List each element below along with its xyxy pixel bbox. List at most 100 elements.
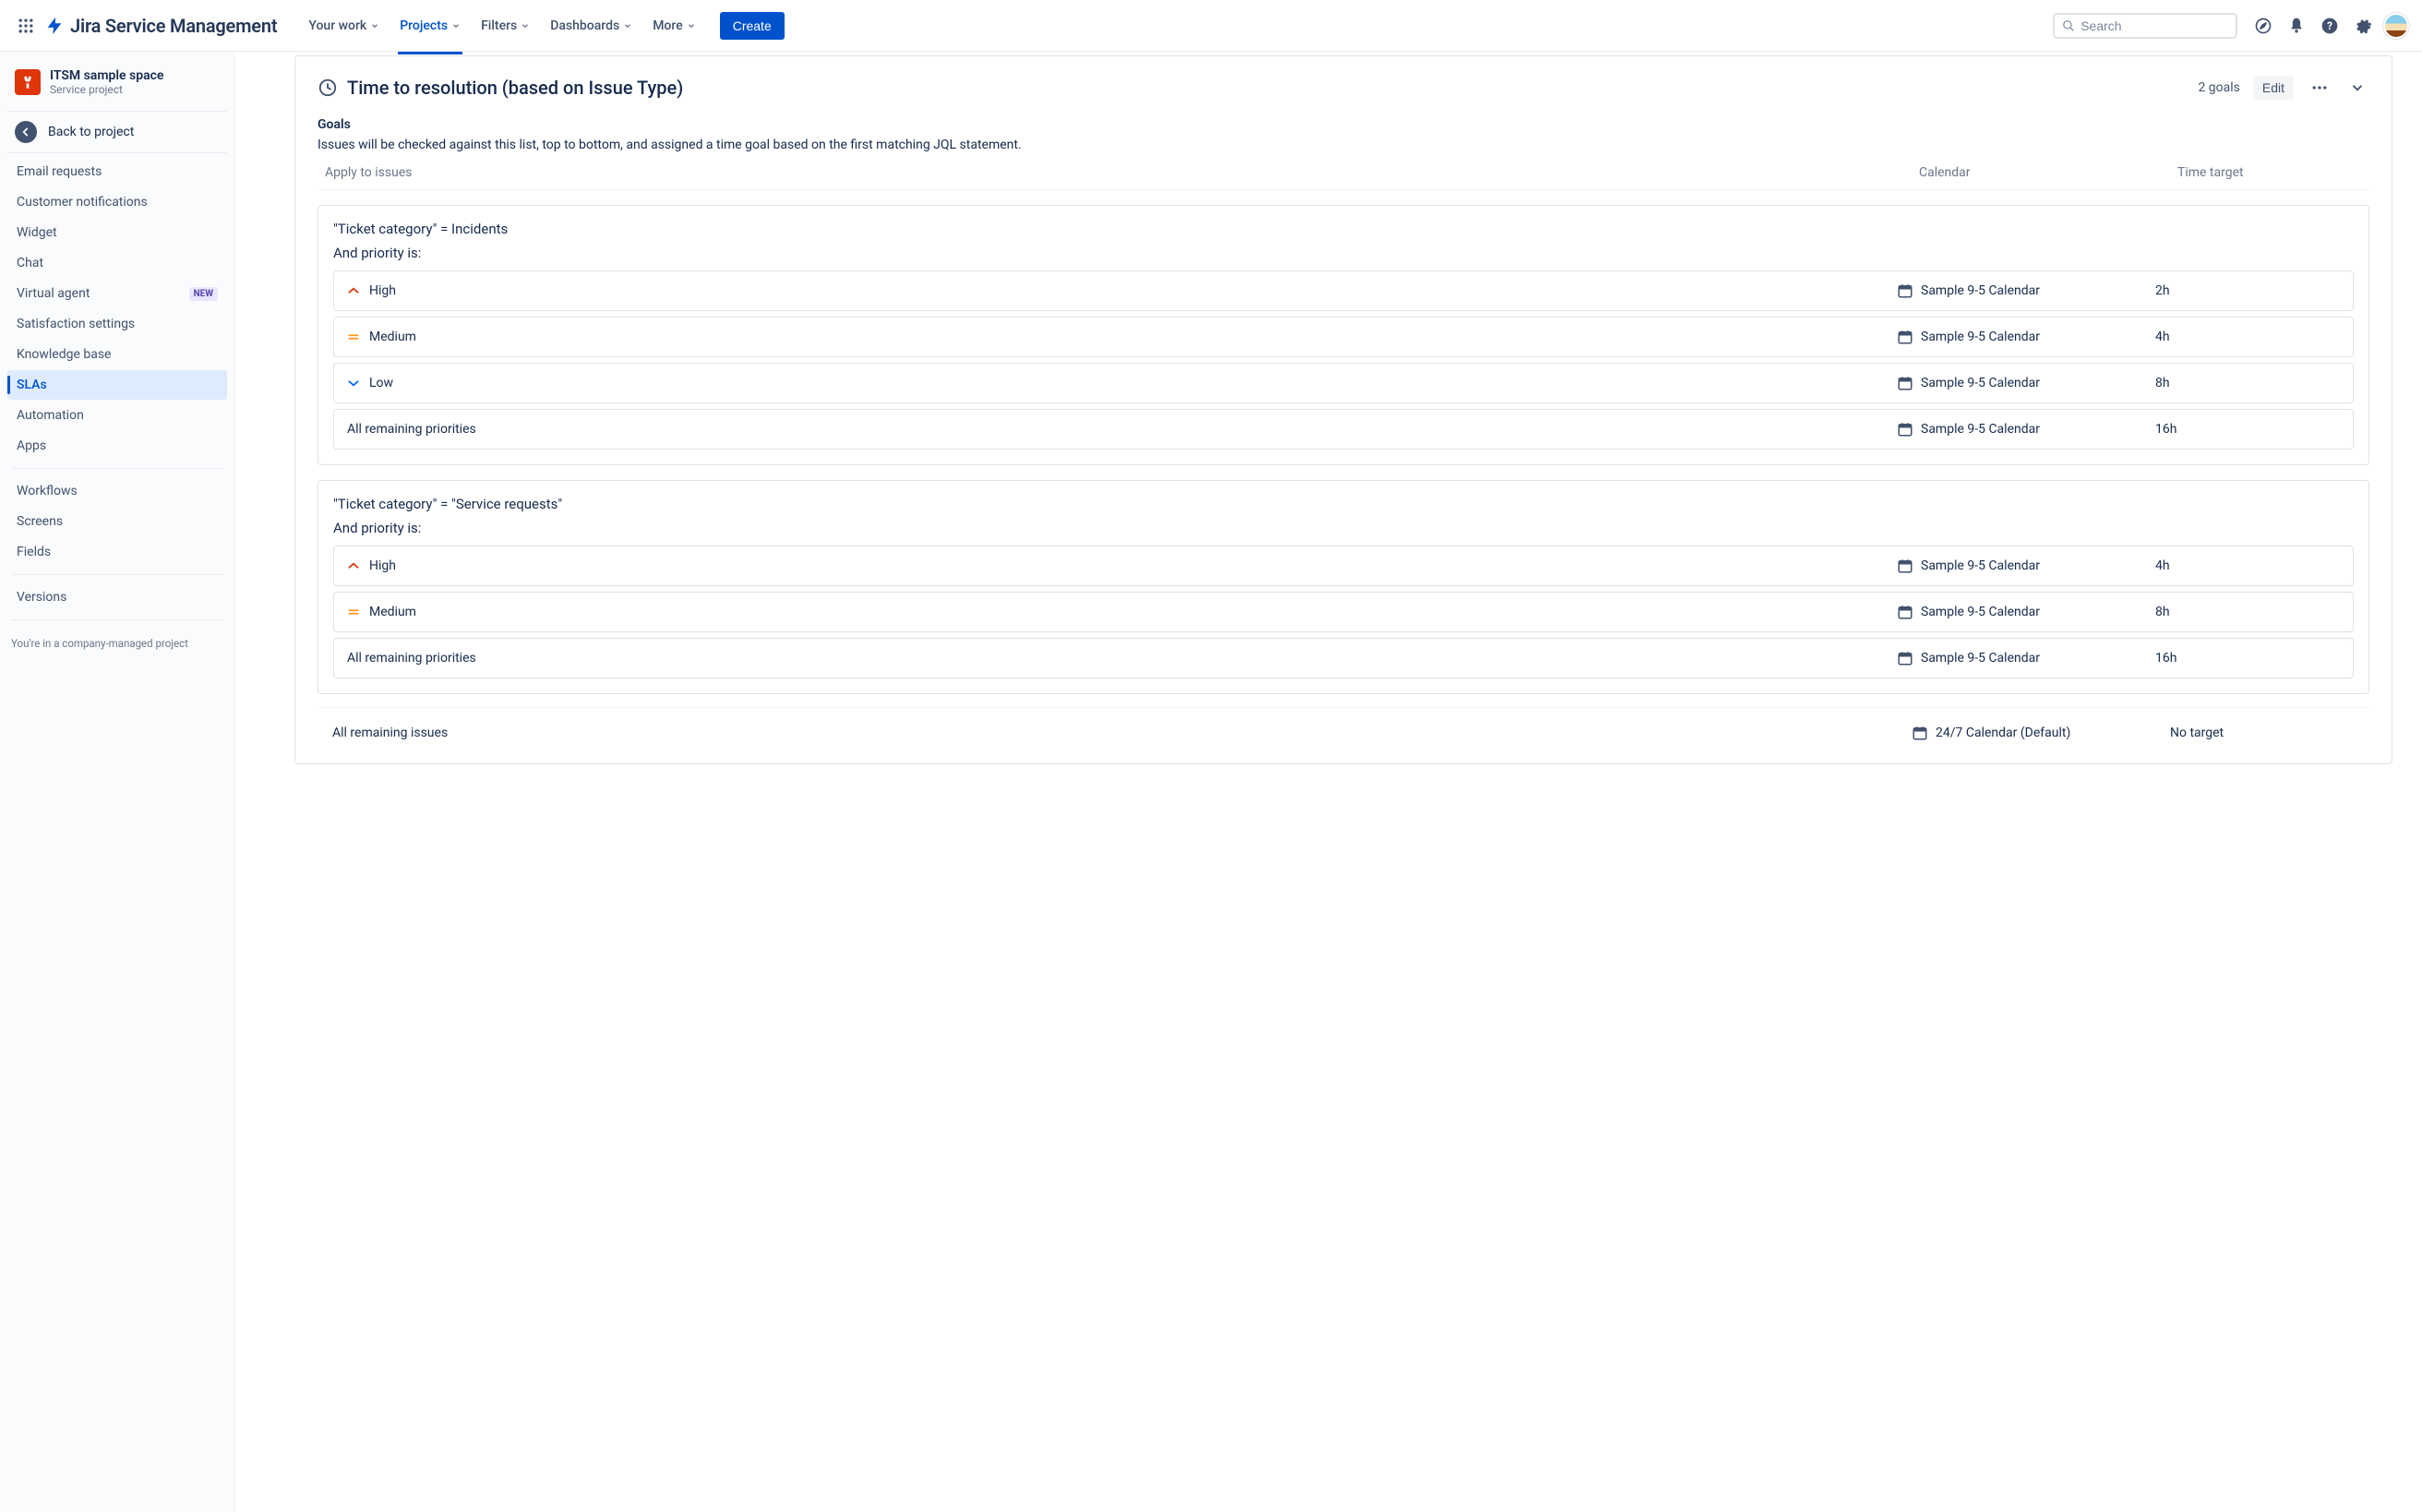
chevron-down-icon xyxy=(623,21,632,30)
search-icon xyxy=(2062,18,2075,33)
sidebar-item-slas[interactable]: SLAs xyxy=(7,370,227,400)
priority-label: Low xyxy=(369,376,393,390)
chevron-down-icon xyxy=(521,21,530,30)
sidebar-item-knowledge-base[interactable]: Knowledge base xyxy=(7,340,227,369)
edit-button[interactable]: Edit xyxy=(2253,76,2294,100)
time-target: 2h xyxy=(2155,283,2340,298)
search-box[interactable] xyxy=(2053,13,2237,39)
sidebar-item-label: Screens xyxy=(17,514,63,529)
project-header[interactable]: ITSM sample space Service project xyxy=(7,68,227,111)
priority-label: All remaining priorities xyxy=(347,651,476,666)
sidebar-item-virtual-agent[interactable]: Virtual agent NEW xyxy=(7,279,227,308)
chevron-down-icon xyxy=(687,21,696,30)
time-target: 4h xyxy=(2155,558,2340,573)
calendar-name: Sample 9-5 Calendar xyxy=(1921,605,2040,619)
chevron-down-icon xyxy=(451,21,461,30)
top-nav: Jira Service Management Your workProject… xyxy=(0,0,2422,52)
calendar-icon xyxy=(1912,725,1928,741)
time-target: 8h xyxy=(2155,376,2340,390)
sidebar: ITSM sample space Service project Back t… xyxy=(0,52,235,1512)
compass-icon[interactable] xyxy=(2248,11,2278,41)
calendar-icon xyxy=(1897,375,1913,391)
priority-label: All remaining priorities xyxy=(347,422,476,437)
nav-item-your-work[interactable]: Your work xyxy=(299,13,389,39)
nav-item-more[interactable]: More xyxy=(643,13,705,39)
create-button[interactable]: Create xyxy=(720,12,785,40)
calendar-icon xyxy=(1897,421,1913,438)
sla-rule-row[interactable]: All remaining prioritiesSample 9-5 Calen… xyxy=(333,638,2354,678)
search-input[interactable] xyxy=(2080,18,2228,33)
sidebar-item-label: Virtual agent xyxy=(17,286,90,301)
chevron-down-icon xyxy=(370,21,379,30)
goal-group: "Ticket category" = IncidentsAnd priorit… xyxy=(318,205,2369,465)
remaining-target: No target xyxy=(2170,726,2355,740)
help-icon[interactable]: ? xyxy=(2315,11,2344,41)
app-switcher-icon[interactable] xyxy=(11,11,41,41)
sidebar-item-label: Satisfaction settings xyxy=(17,317,135,331)
more-actions-icon[interactable] xyxy=(2307,75,2332,101)
sidebar-item-label: Workflows xyxy=(17,484,78,498)
back-arrow-icon xyxy=(15,121,37,143)
time-target: 16h xyxy=(2155,651,2340,666)
col-calendar: Calendar xyxy=(1919,165,2177,180)
project-name: ITSM sample space xyxy=(50,68,163,83)
sidebar-item-automation[interactable]: Automation xyxy=(7,401,227,430)
managed-project-note: You're in a company-managed project xyxy=(7,628,227,659)
time-target: 4h xyxy=(2155,330,2340,344)
product-name: Jira Service Management xyxy=(70,15,277,37)
sidebar-item-apps[interactable]: Apps xyxy=(7,431,227,461)
nav-item-projects[interactable]: Projects xyxy=(390,13,470,39)
sidebar-item-label: Customer notifications xyxy=(17,195,148,210)
sidebar-item-email-requests[interactable]: Email requests xyxy=(7,157,227,186)
sidebar-item-label: Knowledge base xyxy=(17,347,111,362)
priority-label: High xyxy=(369,558,396,573)
project-type: Service project xyxy=(50,83,163,96)
sidebar-item-workflows[interactable]: Workflows xyxy=(7,476,227,506)
product-logo[interactable]: Jira Service Management xyxy=(44,15,277,37)
nav-item-dashboards[interactable]: Dashboards xyxy=(541,13,641,39)
collapse-icon[interactable] xyxy=(2345,76,2369,100)
remaining-calendar: 24/7 Calendar (Default) xyxy=(1936,726,2070,740)
priority-label: Medium xyxy=(369,605,416,619)
sidebar-item-chat[interactable]: Chat xyxy=(7,248,227,278)
new-badge: NEW xyxy=(189,287,218,301)
sla-rule-row[interactable]: All remaining prioritiesSample 9-5 Calen… xyxy=(333,409,2354,450)
calendar-name: Sample 9-5 Calendar xyxy=(1921,330,2040,344)
settings-icon[interactable] xyxy=(2348,11,2378,41)
sidebar-item-widget[interactable]: Widget xyxy=(7,218,227,247)
sidebar-item-fields[interactable]: Fields xyxy=(7,537,227,567)
calendar-name: Sample 9-5 Calendar xyxy=(1921,376,2040,390)
sidebar-item-versions[interactable]: Versions xyxy=(7,582,227,612)
remaining-issues-row: All remaining issues 24/7 Calendar (Defa… xyxy=(318,707,2369,745)
notifications-icon[interactable] xyxy=(2282,11,2311,41)
sidebar-item-customer-notifications[interactable]: Customer notifications xyxy=(7,187,227,217)
sla-rule-row[interactable]: HighSample 9-5 Calendar2h xyxy=(333,270,2354,311)
calendar-name: Sample 9-5 Calendar xyxy=(1921,283,2040,298)
calendar-icon xyxy=(1897,558,1913,574)
col-apply: Apply to issues xyxy=(325,165,1919,180)
nav-item-filters[interactable]: Filters xyxy=(472,13,539,39)
goals-count: 2 goals xyxy=(2198,80,2239,95)
sla-rule-row[interactable]: HighSample 9-5 Calendar4h xyxy=(333,546,2354,586)
sidebar-item-label: Chat xyxy=(17,256,43,270)
sidebar-item-satisfaction-settings[interactable]: Satisfaction settings xyxy=(7,309,227,339)
calendar-icon xyxy=(1897,604,1913,620)
sla-rule-row[interactable]: Medium Sample 9-5 Calendar 4h xyxy=(333,317,2354,357)
sla-rule-row[interactable]: Medium Sample 9-5 Calendar 8h xyxy=(333,592,2354,632)
priority-low-icon xyxy=(347,377,360,390)
sidebar-item-screens[interactable]: Screens xyxy=(7,507,227,536)
goals-description: Issues will be checked against this list… xyxy=(318,138,2369,152)
priority-label: Medium xyxy=(369,330,416,344)
time-target: 8h xyxy=(2155,605,2340,619)
bolt-icon xyxy=(44,16,65,36)
jql-statement: "Ticket category" = "Service requests" xyxy=(333,496,2354,512)
user-avatar[interactable] xyxy=(2381,11,2411,41)
jql-statement: "Ticket category" = Incidents xyxy=(333,221,2354,237)
sla-rule-row[interactable]: Low Sample 9-5 Calendar 8h xyxy=(333,363,2354,403)
sidebar-item-label: SLAs xyxy=(17,378,47,392)
sidebar-divider xyxy=(11,574,223,575)
col-target: Time target xyxy=(2177,165,2362,180)
sla-title: Time to resolution (based on Issue Type) xyxy=(347,77,683,99)
back-to-project[interactable]: Back to project xyxy=(7,111,227,153)
sidebar-divider xyxy=(11,619,223,620)
